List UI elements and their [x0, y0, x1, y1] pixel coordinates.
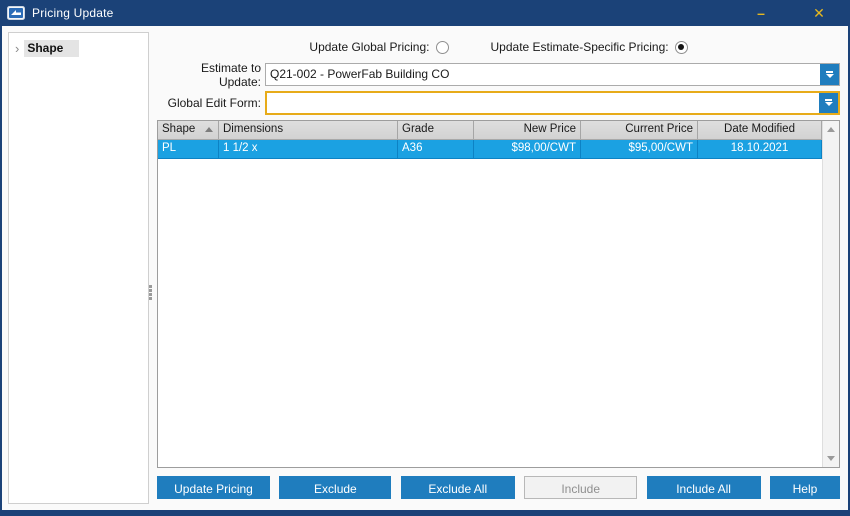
estimate-pricing-radio-label: Update Estimate-Specific Pricing: [491, 40, 669, 54]
estimate-to-update-label: Estimate to Update: [157, 61, 265, 89]
pricing-grid: Shape Dimensions Grade New Price Current… [157, 120, 840, 468]
dropdown-arrow-icon [825, 99, 832, 101]
cell-grade[interactable]: A36 [398, 140, 474, 158]
estimate-to-update-row: Estimate to Update: Q21-002 - PowerFab B… [157, 63, 840, 86]
global-edit-form-label: Global Edit Form: [157, 96, 265, 110]
scroll-down-icon[interactable] [827, 456, 835, 461]
cell-new-price[interactable]: $98,00/CWT [474, 140, 581, 158]
titlebar: Pricing Update – ✕ [0, 0, 850, 26]
main-panel: Update Global Pricing: Update Estimate-S… [157, 32, 840, 504]
close-button[interactable]: ✕ [802, 0, 836, 26]
exclude-button[interactable]: Exclude [279, 476, 391, 499]
column-header-shape[interactable]: Shape [158, 121, 219, 139]
splitter-dot [149, 289, 152, 292]
update-pricing-button[interactable]: Update Pricing [157, 476, 270, 499]
global-edit-dropdown-button[interactable] [819, 93, 838, 113]
cell-date-modified[interactable]: 18.10.2021 [698, 140, 822, 158]
exclude-all-button[interactable]: Exclude All [401, 476, 515, 499]
cell-dimensions[interactable]: 1 1/2 x [219, 140, 398, 158]
include-all-button[interactable]: Include All [647, 476, 761, 499]
scroll-up-icon[interactable] [827, 127, 835, 132]
estimate-pricing-radio[interactable] [675, 41, 688, 54]
global-edit-form-row: Global Edit Form: [157, 91, 840, 114]
global-edit-form-value[interactable] [267, 93, 819, 113]
column-header-new-price[interactable]: New Price [474, 121, 581, 139]
vertical-scrollbar[interactable] [822, 121, 839, 467]
column-header-date-modified[interactable]: Date Modified [698, 121, 822, 139]
estimate-to-update-combobox[interactable]: Q21-002 - PowerFab Building CO [265, 63, 840, 86]
splitter-handle[interactable] [149, 284, 153, 310]
estimate-dropdown-button[interactable] [820, 64, 839, 85]
window-title: Pricing Update [32, 6, 114, 20]
tree-item-shape[interactable]: › Shape [9, 33, 148, 61]
dropdown-arrow-icon [826, 74, 834, 78]
minimize-button[interactable]: – [744, 0, 778, 26]
global-pricing-radio[interactable] [436, 41, 449, 54]
shape-tree-panel: › Shape [8, 32, 149, 504]
action-button-row: Update Pricing Exclude Exclude All Inclu… [157, 476, 840, 499]
chevron-right-icon[interactable]: › [15, 44, 19, 54]
dropdown-arrow-icon [825, 102, 833, 106]
estimate-to-update-value[interactable]: Q21-002 - PowerFab Building CO [266, 64, 820, 85]
global-edit-form-combobox[interactable] [265, 91, 840, 115]
dropdown-arrow-icon [826, 71, 833, 73]
grid-header-row: Shape Dimensions Grade New Price Current… [158, 121, 839, 140]
splitter-dot [149, 297, 152, 300]
splitter-dot [149, 293, 152, 296]
app-icon [7, 6, 25, 20]
cell-current-price[interactable]: $95,00/CWT [581, 140, 698, 158]
sort-ascending-icon [205, 127, 213, 132]
column-header-dimensions[interactable]: Dimensions [219, 121, 398, 139]
pricing-update-window: Pricing Update – ✕ › Shape Update Global… [0, 0, 850, 516]
tree-item-shape-label: Shape [24, 40, 79, 57]
column-header-current-price[interactable]: Current Price [581, 121, 698, 139]
pricing-mode-options: Update Global Pricing: Update Estimate-S… [157, 38, 840, 56]
dialog-body: › Shape Update Global Pricing: Update Es… [2, 26, 848, 510]
include-button[interactable]: Include [524, 476, 637, 499]
splitter-dot [149, 285, 152, 288]
global-pricing-radio-label: Update Global Pricing: [309, 40, 429, 54]
cell-shape[interactable]: PL [158, 140, 219, 158]
help-button[interactable]: Help [770, 476, 840, 499]
column-header-grade[interactable]: Grade [398, 121, 474, 139]
grid-row-selected[interactable]: PL 1 1/2 x A36 $98,00/CWT $95,00/CWT 18.… [158, 140, 839, 159]
